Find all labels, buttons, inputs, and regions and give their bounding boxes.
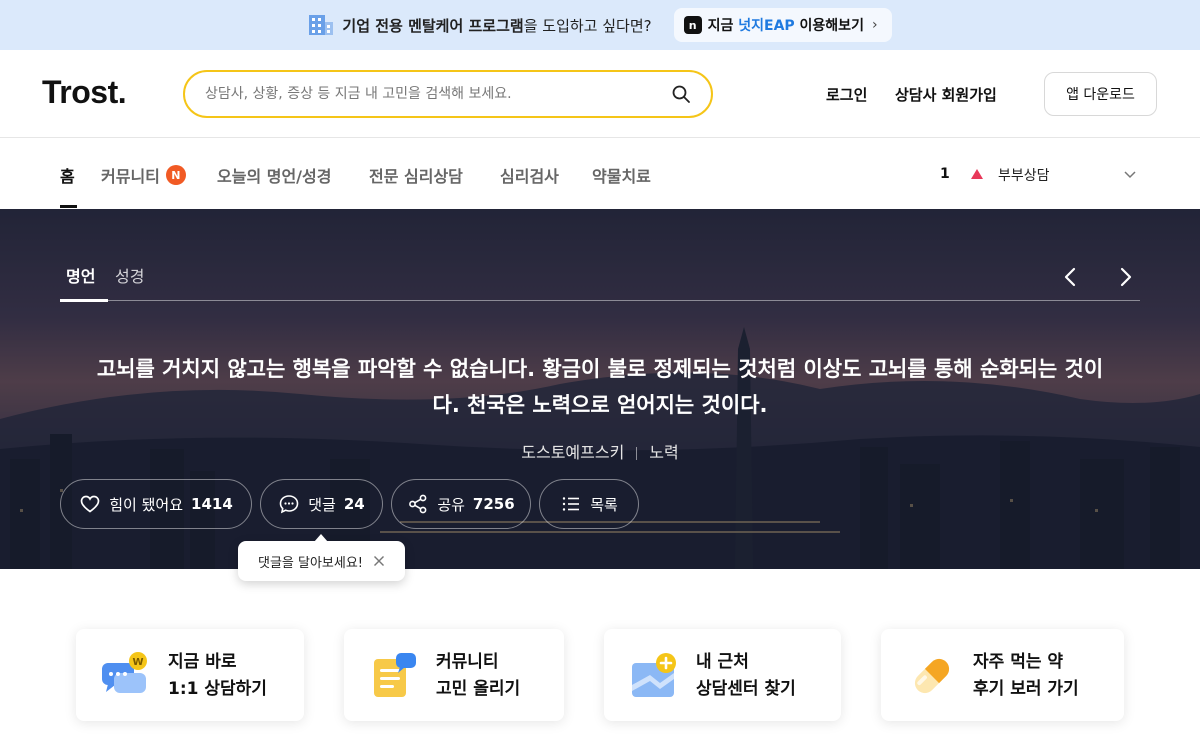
chat-bubbles-icon: W [102,652,147,693]
meta-divider [636,447,638,460]
list-button[interactable]: 목록 [539,479,639,529]
nav-item-counseling[interactable]: 전문 심리상담 [369,163,463,187]
nav-label: 약물치료 [592,167,651,186]
card-line: 자주 먹는 약 [973,652,1064,672]
counselor-signup-link[interactable]: 상담사 회원가입 [895,84,997,105]
comment-button[interactable]: 댓글 24 [260,479,383,529]
quote-tabs: 명언 성경 [60,259,1140,302]
card-line: 내 근처 [696,652,749,672]
rank-up-icon [971,169,983,179]
tab-bible[interactable]: 성경 [115,263,144,287]
trending-term[interactable]: 부부상담 [998,165,1050,185]
comment-count: 24 [343,495,365,513]
card-text: 자주 먹는 약 후기 보러 가기 [973,649,1079,703]
svg-text:W: W [132,657,143,668]
main-nav: 홈 커뮤니티 N 오늘의 명언/성경 전문 심리상담 심리검사 약물치료 1 부… [0,139,1200,209]
nav-item-home[interactable]: 홈 [60,163,75,187]
site-header: Trost. 로그인 상담사 회원가입 앱 다운로드 [0,50,1200,138]
trending-rank: 1 [940,166,950,182]
card-line: 1:1 상담하기 [168,679,267,699]
search-input[interactable] [205,86,671,102]
app-download-button[interactable]: 앱 다운로드 [1044,72,1157,116]
like-button[interactable]: 힘이 됐어요 1414 [60,479,252,529]
quick-card-medicine-reviews[interactable]: 자주 먹는 약 후기 보러 가기 [881,629,1124,721]
cta-label: 지금 넛지EAP 이용해보기 [707,18,864,34]
heart-icon [80,495,100,513]
card-line: 커뮤니티 [436,652,499,672]
promo-content: 기업 전용 멘탈케어 프로그램을 도입하고 싶다면? n 지금 넛지EAP 이용… [308,8,892,42]
card-line: 고민 올리기 [436,679,521,699]
comment-tooltip: 댓글을 달아보세요! [238,534,405,581]
nav-active-indicator [60,205,77,208]
pill-icon [914,658,950,694]
nav-item-psych-test[interactable]: 심리검사 [500,163,559,187]
nav-label: 전문 심리상담 [369,167,463,186]
list-icon [562,497,580,511]
quick-card-community[interactable]: 커뮤니티 고민 올리기 [344,629,564,721]
chevron-left-icon[interactable] [1060,265,1080,289]
search-icon[interactable] [671,84,691,104]
nav-label: 심리검사 [500,167,559,186]
nav-item-daily-quote[interactable]: 오늘의 명언/성경 [217,163,331,187]
nav-item-medication[interactable]: 약물치료 [592,163,651,187]
card-line: 지금 바로 [168,652,237,672]
quote-text: 고뇌를 거치지 않고는 행복을 파악할 수 없습니다. 황금이 불로 정제되는 … [96,357,1104,417]
like-label: 힘이 됐어요 [109,495,184,514]
tab-active-indicator [60,299,108,302]
memo-icon [374,653,416,697]
tooltip-text: 댓글을 달아보세요! [257,555,364,571]
quick-card-nearby-center[interactable]: 내 근처 상담센터 찾기 [604,629,841,721]
nudge-logo-icon: n [683,16,702,34]
close-icon[interactable] [373,555,385,567]
share-icon [409,494,427,514]
quote-hero: 명언 성경 고뇌를 거치지 않고는 행복을 파악할 수 없습니다. 황금이 불로… [0,209,1200,569]
card-line: 상담센터 찾기 [696,679,796,699]
quote-tag[interactable]: 노력 [649,443,678,462]
nav-item-community[interactable]: 커뮤니티 N [101,163,186,187]
share-label: 공유 [437,495,465,514]
nav-label: 커뮤니티 [101,167,160,186]
tab-quote[interactable]: 명언 [66,263,95,287]
chevron-right-icon[interactable] [1116,265,1136,289]
card-text: 내 근처 상담센터 찾기 [696,649,796,703]
quote-author: 도스토예프스키 [521,443,625,462]
comment-bubble-icon [279,495,299,514]
like-count: 1414 [191,495,233,513]
search-box[interactable] [183,70,713,118]
quick-card-counseling[interactable]: W 지금 바로 1:1 상담하기 [76,629,304,721]
quote-meta: 도스토예프스키 노력 [0,439,1200,463]
share-button[interactable]: 공유 7256 [391,479,531,529]
comment-label: 댓글 [308,495,336,514]
nav-label: 오늘의 명언/성경 [217,167,332,186]
map-pin-icon [632,653,676,697]
promo-text: 기업 전용 멘탈케어 프로그램을 도입하고 싶다면? [342,16,652,35]
trost-logo[interactable]: Trost. [42,74,127,111]
login-link[interactable]: 로그인 [826,84,867,105]
chevron-down-icon[interactable] [1123,167,1137,181]
card-line: 후기 보러 가기 [973,679,1079,699]
card-text: 지금 바로 1:1 상담하기 [168,649,267,703]
share-count: 7256 [472,495,515,513]
nudge-eap-button[interactable]: n 지금 넛지EAP 이용해보기 › [673,8,892,42]
card-text: 커뮤니티 고민 올리기 [436,649,520,703]
nav-label: 홈 [60,167,75,186]
list-label: 목록 [590,495,618,514]
building-icon [309,15,334,35]
new-badge: N [165,165,186,185]
chevron-right-icon: › [871,17,878,33]
promo-banner[interactable]: 기업 전용 멘탈케어 프로그램을 도입하고 싶다면? n 지금 넛지EAP 이용… [0,0,1200,50]
